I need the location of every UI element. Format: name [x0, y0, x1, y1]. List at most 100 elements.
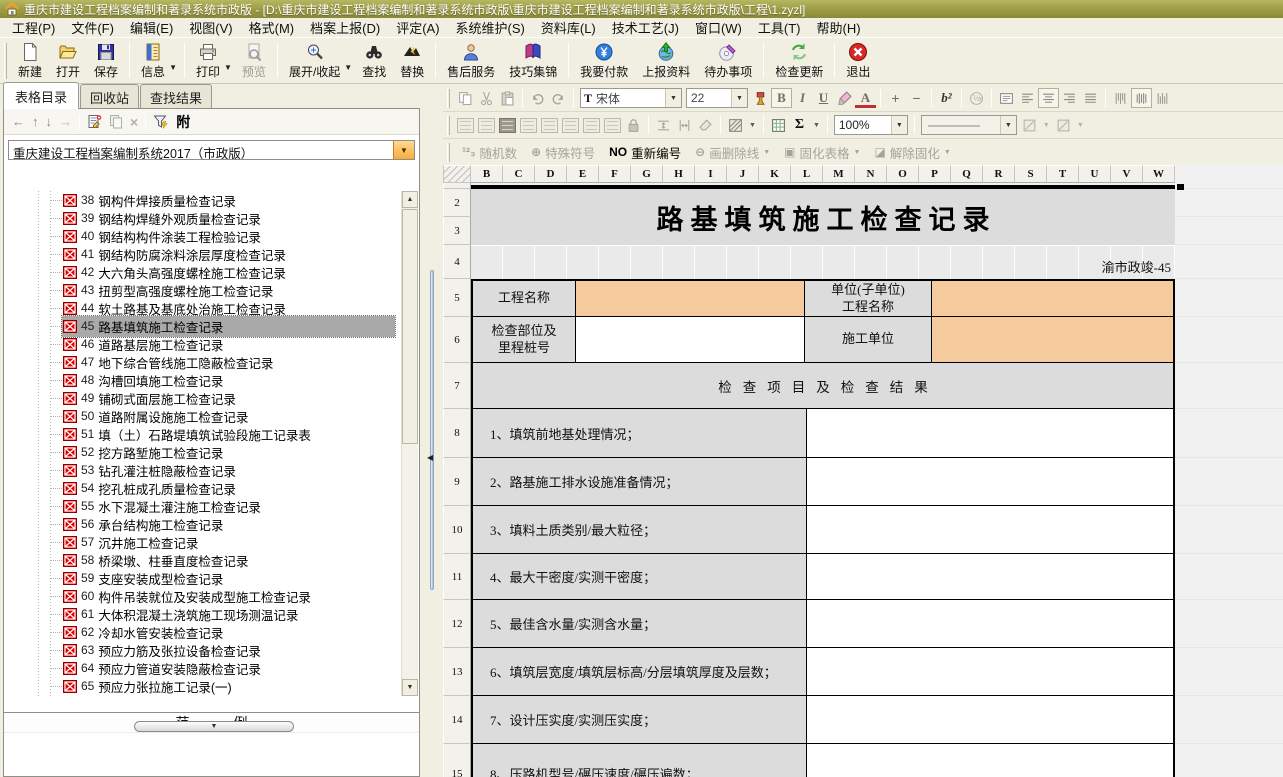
filter-icon[interactable] — [153, 114, 169, 130]
catalog-tree-item[interactable]: 55 水下混凝土灌注施工检查记录 — [4, 497, 419, 515]
menu-item[interactable]: 评定(A) — [388, 16, 447, 39]
menu-item[interactable]: 资料库(L) — [533, 16, 604, 39]
check-result-cell[interactable] — [807, 744, 1173, 777]
splitter-bar[interactable] — [430, 270, 434, 590]
zoom-combo[interactable]: 100% ▼ — [834, 115, 908, 135]
vertical-text-right-button[interactable] — [1152, 88, 1173, 108]
scrollbar-thumb[interactable] — [402, 209, 418, 444]
panel-splitter[interactable]: ◀ — [422, 85, 443, 777]
decrease-size-button[interactable]: − — [906, 88, 927, 108]
save-button[interactable]: 保存 — [87, 40, 125, 81]
toolbar-drag-handle[interactable] — [4, 43, 7, 79]
catalog-tree-item[interactable]: 58 桥梁墩、柱垂直度检查记录 — [4, 551, 419, 569]
row-header[interactable]: 13 — [443, 648, 471, 696]
sum-dropdown-arrow[interactable]: ▼ — [813, 122, 820, 129]
grid-view-icon[interactable] — [499, 118, 516, 133]
check-result-cell[interactable] — [807, 458, 1173, 505]
column-header[interactable]: O — [887, 165, 919, 183]
special-tool-button[interactable]: ▣ 固化表格 ▼ — [777, 143, 867, 162]
catalog-tree-item[interactable]: 46 道路基层施工检查记录 — [4, 335, 419, 353]
info-dropdown-arrow[interactable]: ▼ — [169, 63, 177, 72]
menu-item[interactable]: 档案上报(D) — [302, 16, 388, 39]
special-tool-dropdown-arrow[interactable]: ▼ — [944, 149, 951, 156]
row-header[interactable]: 12 — [443, 600, 471, 648]
menu-item[interactable]: 窗口(W) — [687, 16, 750, 39]
sum-button[interactable]: Σ — [789, 115, 810, 135]
catalog-tree-item[interactable]: 51 填（土）石路堤填筑试验段施工记录表 — [4, 425, 419, 443]
vertical-text-left-button[interactable] — [1110, 88, 1131, 108]
check-item-label-cell[interactable]: 5、最佳含水量/实测含水量； — [473, 600, 807, 647]
row-header[interactable]: 9 — [443, 458, 471, 506]
attachment-button[interactable]: 附 — [176, 112, 190, 132]
underline-button[interactable]: U — [813, 88, 834, 108]
inspection-part-label-cell[interactable]: 检查部位及 里程桩号 — [473, 317, 576, 362]
info-button[interactable]: 信息 — [134, 40, 172, 81]
increase-size-button[interactable]: + — [885, 88, 906, 108]
check-update-button[interactable]: 检查更新 — [768, 40, 830, 81]
catalog-tree-item[interactable]: 39 钢结构焊缝外观质量检查记录 — [4, 209, 419, 227]
catalog-tree-item[interactable]: 54 挖孔桩成孔质量检查记录 — [4, 479, 419, 497]
align-right-button[interactable] — [1059, 88, 1080, 108]
menu-item[interactable]: 工程(P) — [4, 16, 63, 39]
catalog-dropdown[interactable]: 重庆建设工程档案编制系统2017（市政版） ▼ — [8, 140, 415, 160]
column-header[interactable]: V — [1111, 165, 1143, 183]
tips-collection-button[interactable]: 技巧集锦 — [502, 40, 564, 81]
zoom-combo-arrow[interactable]: ▼ — [891, 116, 907, 134]
font-combo-arrow[interactable]: ▼ — [665, 89, 681, 107]
column-header[interactable]: K — [759, 165, 791, 183]
format-painter-button[interactable] — [750, 88, 771, 108]
column-header[interactable]: E — [567, 165, 599, 183]
pattern-dropdown-arrow[interactable]: ▼ — [749, 122, 756, 129]
print-dropdown-arrow[interactable]: ▼ — [224, 63, 232, 72]
catalog-tree-item[interactable]: 45 路基填筑施工检查记录 — [4, 317, 419, 335]
column-header[interactable]: R — [983, 165, 1015, 183]
menu-item[interactable]: 工具(T) — [750, 16, 809, 39]
menu-item[interactable]: 帮助(H) — [808, 16, 868, 39]
catalog-tree-item[interactable]: 57 沉井施工检查记录 — [4, 533, 419, 551]
catalog-tree-item[interactable]: 59 支座安装成型检查记录 — [4, 569, 419, 587]
justify-button[interactable] — [1080, 88, 1101, 108]
scroll-up-button[interactable]: ▲ — [402, 191, 418, 208]
column-header[interactable]: M — [823, 165, 855, 183]
superscript-button[interactable]: b² — [936, 88, 957, 108]
new-button[interactable]: 新建 — [11, 40, 49, 81]
check-result-cell[interactable] — [807, 648, 1173, 695]
text-box-button[interactable] — [996, 88, 1017, 108]
move-down-button[interactable]: ↓ — [46, 114, 53, 129]
line-style-combo[interactable]: ▼ — [921, 115, 1017, 135]
column-header[interactable]: J — [727, 165, 759, 183]
special-tool-button[interactable]: ◪ 解除固化 ▼ — [867, 143, 957, 162]
column-header[interactable]: H — [663, 165, 695, 183]
upload-materials-button[interactable]: 上报资料 — [635, 40, 697, 81]
inspection-part-input-cell[interactable] — [576, 317, 805, 362]
catalog-tree-item[interactable]: 44 软土路基及基底处治施工检查记录 — [4, 299, 419, 317]
column-header[interactable]: P — [919, 165, 951, 183]
catalog-tree-item[interactable]: 64 预应力管道安装隐蔽检查记录 — [4, 659, 419, 677]
catalog-tree-item[interactable]: 49 铺砌式面层施工检查记录 — [4, 389, 419, 407]
example-panel-collapse-button[interactable]: ▼ — [134, 721, 294, 732]
menu-item[interactable]: 视图(V) — [181, 16, 240, 39]
row-header[interactable]: 5 — [443, 279, 471, 317]
row-header[interactable]: 2 — [443, 189, 471, 217]
replace-button[interactable]: 替换 — [393, 40, 431, 81]
vertical-text-center-button[interactable] — [1131, 88, 1152, 108]
toolbar-drag-handle[interactable] — [447, 116, 450, 135]
check-item-label-cell[interactable]: 4、最大干密度/实测干密度； — [473, 554, 807, 599]
row-header[interactable]: 10 — [443, 506, 471, 554]
catalog-tree-item[interactable]: 53 钻孔灌注桩隐蔽检查记录 — [4, 461, 419, 479]
check-item-label-cell[interactable]: 8、压路机型号/碾压速度/碾压遍数； — [473, 744, 807, 777]
catalog-dropdown-button[interactable]: ▼ — [393, 141, 414, 159]
row-header[interactable]: 6 — [443, 317, 471, 363]
special-tool-button[interactable]: ¹²₃ 随机数 ▼ — [455, 143, 524, 162]
manuscript-grid-button[interactable] — [768, 115, 789, 135]
scroll-down-button[interactable]: ▼ — [402, 679, 418, 696]
menu-item[interactable]: 系统维护(S) — [448, 16, 533, 39]
move-up-button[interactable]: ↑ — [32, 114, 39, 129]
catalog-tree-item[interactable]: 66 预应力张拉施工记录(二) — [4, 695, 419, 696]
column-header[interactable]: W — [1143, 165, 1175, 183]
row-header[interactable]: 11 — [443, 554, 471, 600]
font-size-combo[interactable]: 22 ▼ — [686, 88, 748, 108]
column-header[interactable]: L — [791, 165, 823, 183]
check-item-label-cell[interactable]: 7、设计压实度/实测压实度； — [473, 696, 807, 743]
catalog-tree-item[interactable]: 63 预应力筋及张拉设备检查记录 — [4, 641, 419, 659]
